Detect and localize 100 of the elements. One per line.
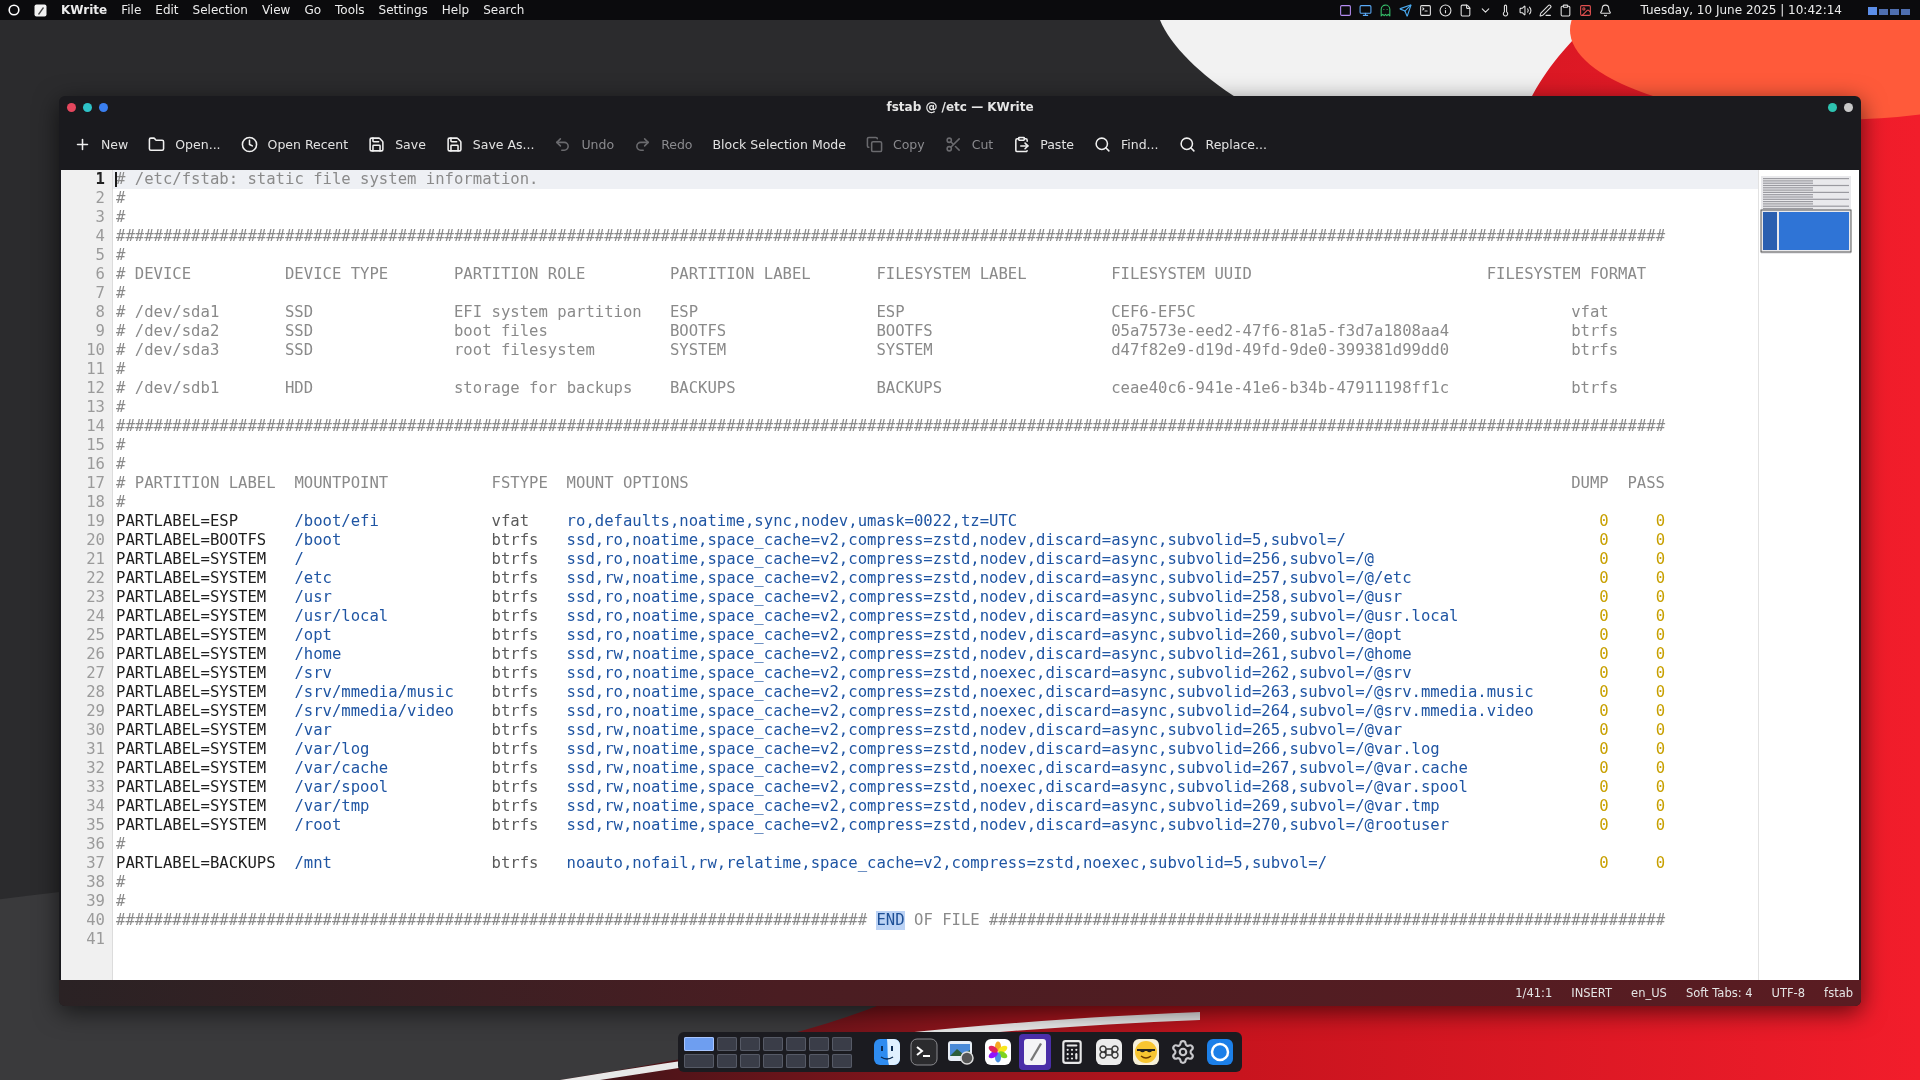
status-item[interactable]: INSERT bbox=[1571, 986, 1613, 1000]
workspace-thumbnail[interactable] bbox=[717, 1036, 737, 1051]
status-item[interactable]: en_US bbox=[1631, 986, 1667, 1000]
menu-item[interactable]: Selection bbox=[192, 3, 248, 17]
toolbar-button[interactable]: Open Recent bbox=[231, 129, 358, 159]
ghost-icon[interactable] bbox=[1379, 3, 1393, 17]
clock-text[interactable]: Tuesday, 10 June 2025 | 10:42:14 bbox=[1640, 3, 1842, 17]
square-icon[interactable] bbox=[1339, 3, 1353, 17]
mount-point: /var/cache bbox=[294, 759, 389, 778]
mini-pager-icon[interactable] bbox=[1868, 5, 1912, 15]
column-heading: PARTITION LABEL bbox=[669, 265, 811, 284]
workspace-thumbnail[interactable] bbox=[832, 1036, 852, 1051]
workspace-thumbnail[interactable] bbox=[809, 1053, 829, 1068]
filesystem-format: vfat bbox=[1571, 303, 1609, 322]
status-item[interactable]: fstab bbox=[1824, 986, 1853, 1000]
line-number: 12 bbox=[85, 379, 106, 398]
workspace-thumbnail[interactable] bbox=[684, 1053, 714, 1068]
toolbar-button[interactable]: Block Selection Mode bbox=[703, 130, 855, 158]
toolbar-button[interactable]: Paste bbox=[1004, 129, 1083, 159]
filesystem-uuid: CEF6-EF5C bbox=[1111, 303, 1196, 322]
pass-value: 0 bbox=[1655, 588, 1665, 607]
column-heading: PARTITION ROLE bbox=[453, 265, 586, 284]
workspace-thumbnail[interactable] bbox=[717, 1053, 737, 1068]
workspace-thumbnail[interactable] bbox=[809, 1036, 829, 1051]
line-number: 13 bbox=[85, 398, 106, 417]
column-heading: FILESYSTEM LABEL bbox=[876, 265, 1027, 284]
toolbar-button[interactable]: Replace... bbox=[1169, 129, 1276, 159]
pass-value: 0 bbox=[1655, 626, 1665, 645]
pass-value: 0 bbox=[1655, 664, 1665, 683]
mount-options: ssd,ro,noatime,space_cache=v2,compress=zstd,nodev,discard=async,subvolid=256,subvol=/@ bbox=[566, 550, 1374, 569]
toolbar-button[interactable]: New bbox=[65, 129, 138, 159]
workspace-thumbnail[interactable] bbox=[832, 1053, 852, 1068]
status-item[interactable]: Soft Tabs: 4 bbox=[1685, 986, 1753, 1000]
line-number: 23 bbox=[85, 588, 106, 607]
filesystem-type: btrfs bbox=[491, 626, 539, 645]
menu-item[interactable]: Help bbox=[441, 3, 470, 17]
workspace-thumbnail[interactable] bbox=[684, 1036, 714, 1051]
paper-plane-icon[interactable] bbox=[1399, 3, 1413, 17]
filesystem-type: btrfs bbox=[491, 683, 539, 702]
scissors-icon bbox=[944, 135, 962, 153]
pen-icon[interactable] bbox=[1539, 3, 1553, 17]
app-name[interactable]: KWrite bbox=[61, 3, 108, 17]
menu-item[interactable]: Go bbox=[304, 3, 321, 17]
mount-point: /var/spool bbox=[294, 778, 389, 797]
circle-logo-icon[interactable] bbox=[8, 4, 20, 16]
partition-label: PARTLABEL=SYSTEM bbox=[116, 607, 267, 626]
toolbar-button[interactable]: Save As... bbox=[436, 129, 544, 159]
dock-app-button[interactable] bbox=[1019, 1034, 1051, 1070]
filesystem-uuid: 05a7573e-eed2-47f6-81a5-f3d7a1808aa4 bbox=[1111, 322, 1450, 341]
file-icon[interactable] bbox=[1459, 3, 1473, 17]
pass-value: 0 bbox=[1655, 550, 1665, 569]
workspace-thumbnail[interactable] bbox=[786, 1053, 806, 1068]
speaker-icon[interactable] bbox=[1519, 3, 1533, 17]
face-icon bbox=[873, 1038, 901, 1066]
line-number: 20 bbox=[85, 531, 106, 550]
partition-label: PARTLABEL=SYSTEM bbox=[116, 721, 267, 740]
mount-point: /var/tmp bbox=[294, 797, 370, 816]
menu-item[interactable]: Tools bbox=[335, 3, 365, 17]
line-number: 31 bbox=[85, 740, 106, 759]
maximize-button[interactable] bbox=[99, 102, 108, 112]
toolbar-button[interactable]: Find... bbox=[1085, 129, 1168, 159]
toolbar-button[interactable]: Save bbox=[359, 129, 435, 159]
terminal-icon[interactable] bbox=[1419, 3, 1433, 17]
info-icon[interactable] bbox=[1439, 3, 1453, 17]
line-number: 26 bbox=[85, 645, 106, 664]
close-button[interactable] bbox=[67, 102, 76, 112]
workspace-thumbnail[interactable] bbox=[763, 1053, 783, 1068]
bell-icon[interactable] bbox=[1599, 3, 1613, 17]
photo-viewer-icon bbox=[947, 1038, 975, 1066]
monitor-icon[interactable] bbox=[1359, 3, 1373, 17]
menu-item[interactable]: Search bbox=[483, 3, 525, 17]
workspace-thumbnail[interactable] bbox=[740, 1053, 760, 1068]
mount-point: /srv/mmedia/video bbox=[294, 702, 454, 721]
status-item[interactable]: UTF-8 bbox=[1771, 986, 1806, 1000]
toolbar-button[interactable]: Open... bbox=[139, 129, 230, 159]
partition-role: EFI system partition bbox=[453, 303, 642, 322]
partition-label: PARTLABEL=ESP bbox=[116, 512, 239, 531]
image-icon[interactable] bbox=[1579, 3, 1593, 17]
menu-item[interactable]: Settings bbox=[378, 3, 428, 17]
menu-item[interactable]: File bbox=[121, 3, 142, 17]
line-number: 8 bbox=[94, 303, 106, 322]
partition-label: SYSTEM bbox=[669, 341, 727, 360]
workspace-thumbnail[interactable] bbox=[763, 1036, 783, 1051]
minimap-drawing[interactable] bbox=[1759, 176, 1853, 254]
mount-options: ssd,rw,noatime,space_cache=v2,compress=zstd,nodev,discard=async,subvolid=265,subvol=/@var bbox=[566, 721, 1403, 740]
status-item[interactable]: 1/41:1 bbox=[1515, 986, 1553, 1000]
menu-item[interactable]: View bbox=[261, 3, 291, 17]
line-number: 28 bbox=[85, 683, 106, 702]
mount-point: /opt bbox=[294, 626, 332, 645]
menu-item[interactable]: Edit bbox=[155, 3, 179, 17]
device-name: # /dev/sda1 bbox=[116, 303, 220, 322]
minimize-button[interactable] bbox=[83, 102, 92, 112]
clipboard-icon[interactable] bbox=[1559, 3, 1573, 17]
comment-text: ##################################################################################################################################################################### bbox=[116, 227, 1666, 246]
workspace-thumbnail[interactable] bbox=[740, 1036, 760, 1051]
partition-role: boot files bbox=[453, 322, 548, 341]
filesystem-type: vfat bbox=[491, 512, 530, 531]
workspace-thumbnail[interactable] bbox=[786, 1036, 806, 1051]
filesystem-type: btrfs bbox=[491, 816, 539, 835]
mount-options: ssd,ro,noatime,space_cache=v2,compress=zstd,noexec,discard=async,subvolid=264,subvol=/@srv.mmedia.video bbox=[566, 702, 1534, 721]
